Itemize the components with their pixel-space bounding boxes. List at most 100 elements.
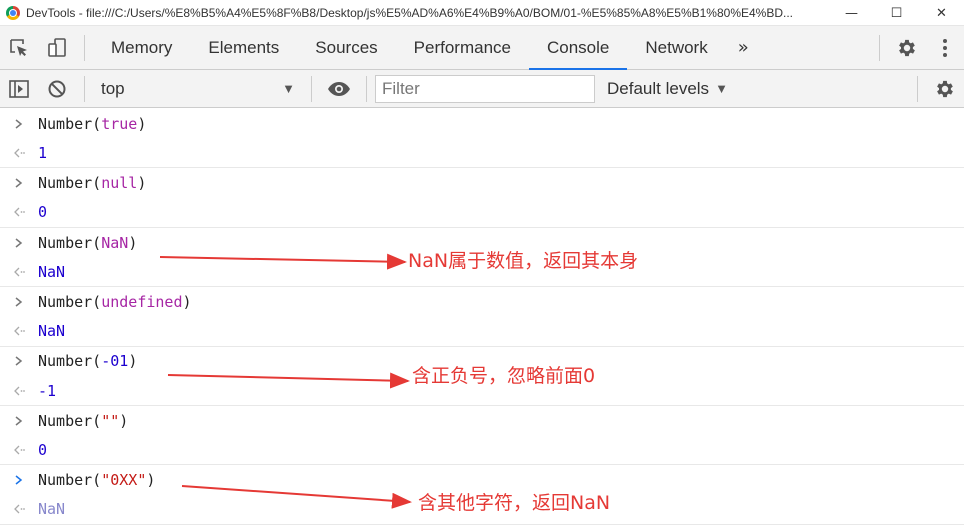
console-output-value: 1: [38, 144, 48, 163]
code-close-paren: ): [182, 292, 192, 311]
maximize-button[interactable]: ☐: [874, 0, 919, 26]
more-tabs-button[interactable]: »: [726, 26, 761, 70]
output-return-icon: [0, 326, 38, 336]
code-argument: -01: [101, 352, 129, 371]
console-output-row: 0: [0, 198, 964, 228]
log-levels-label: Default levels: [607, 78, 710, 98]
window-titlebar: DevTools - file:///C:/Users/%E8%B5%A4%E5…: [0, 0, 964, 26]
console-input-row: Number(undefined): [0, 287, 964, 317]
annotation-other-chars: 含其他字符，返回NaN: [418, 492, 611, 514]
console-input-code: Number(null): [38, 174, 146, 192]
code-call: Number(: [38, 174, 102, 193]
sidebar-toggle-icon[interactable]: [0, 70, 38, 108]
context-selector[interactable]: top ▼: [93, 74, 303, 104]
console-input-row: Number(true): [0, 109, 964, 139]
code-close-paren: ): [146, 471, 156, 490]
input-prompt-icon: [0, 416, 38, 426]
console-filter-input[interactable]: [375, 74, 595, 103]
tab-performance[interactable]: Performance: [396, 26, 529, 70]
input-prompt-icon: [0, 119, 38, 129]
code-call: Number(: [38, 352, 102, 371]
minimize-button[interactable]: —: [829, 0, 874, 26]
eye-icon[interactable]: [320, 70, 358, 108]
code-call: Number(: [38, 114, 102, 133]
input-prompt-icon: [0, 356, 38, 366]
input-prompt-icon: [0, 297, 38, 307]
console-input-code: Number("0XX"): [38, 471, 155, 489]
window-title: DevTools - file:///C:/Users/%E8%B5%A4%E5…: [26, 5, 794, 20]
console-output-row: 1: [0, 139, 964, 169]
tabbar-actions: [871, 26, 964, 70]
output-return-icon: [0, 445, 38, 455]
context-value: top: [101, 78, 125, 98]
devtools-tabbar: Memory Elements Sources Performance Cons…: [0, 26, 964, 70]
code-argument: "": [101, 411, 120, 430]
clear-console-icon[interactable]: [38, 70, 76, 108]
output-return-icon: [0, 504, 38, 514]
console-toolbar-actions: [909, 70, 964, 108]
console-output-value: 0: [38, 203, 48, 222]
code-argument: undefined: [101, 292, 183, 311]
code-call: Number(: [38, 233, 102, 252]
tab-elements[interactable]: Elements: [190, 26, 297, 70]
console-output-row: 0: [0, 436, 964, 466]
inspect-element-icon[interactable]: [0, 26, 38, 70]
console-output-value: 0: [38, 440, 48, 459]
console-toolbar: top ▼ Default levels ▼: [0, 70, 964, 108]
code-close-paren: ): [128, 233, 138, 252]
toolbar-divider: [366, 75, 367, 102]
code-argument: true: [101, 114, 138, 133]
code-call: Number(: [38, 411, 102, 430]
console-input-code: Number(-01): [38, 352, 137, 370]
input-prompt-icon: [0, 238, 38, 248]
code-argument: "0XX": [101, 471, 147, 490]
toolbar-divider: [311, 75, 312, 102]
settings-gear-icon[interactable]: [888, 26, 926, 70]
dropdown-arrow-icon: ▼: [715, 81, 728, 96]
toolbar-divider: [917, 76, 918, 102]
console-settings-gear-icon[interactable]: [926, 70, 964, 108]
code-call: Number(: [38, 292, 102, 311]
tab-memory[interactable]: Memory: [93, 26, 190, 70]
device-toolbar-icon[interactable]: [38, 26, 76, 70]
code-close-paren: ): [137, 114, 147, 133]
console-output-value: NaN: [38, 262, 66, 281]
console-input-code: Number(undefined): [38, 293, 192, 311]
tab-console[interactable]: Console: [528, 26, 628, 70]
input-prompt-icon: [0, 178, 38, 188]
output-return-icon: [0, 207, 38, 217]
dropdown-arrow-icon: ▼: [282, 81, 295, 96]
console-output-value: NaN: [38, 500, 66, 519]
window-controls: — ☐ ✕: [829, 0, 964, 26]
close-button[interactable]: ✕: [919, 0, 964, 26]
code-argument: NaN: [101, 233, 129, 252]
console-input-code: Number(true): [38, 115, 146, 133]
output-return-icon: [0, 148, 38, 158]
annotation-sign: 含正负号，忽略前面0: [412, 365, 596, 387]
tab-network[interactable]: Network: [627, 26, 725, 70]
kebab-menu-icon[interactable]: [926, 26, 964, 70]
code-argument: null: [101, 174, 138, 193]
code-call: Number(: [38, 471, 102, 490]
code-close-paren: ): [128, 352, 138, 371]
chrome-logo-icon: [6, 5, 20, 20]
output-return-icon: [0, 386, 38, 396]
code-close-paren: ): [119, 411, 129, 430]
console-messages: Number(true) 1 Number(null) 0 Number(NaN) NaN…: [0, 109, 964, 525]
code-close-paren: ): [137, 174, 147, 193]
console-input-code: Number(""): [38, 412, 128, 430]
console-output-row: NaN: [0, 317, 964, 347]
annotation-nan: NaN属于数值，返回其本身: [408, 250, 639, 272]
log-levels-dropdown[interactable]: Default levels ▼: [607, 79, 728, 99]
console-output-value: NaN: [38, 322, 66, 341]
toolbar-divider: [84, 75, 85, 102]
tab-sources[interactable]: Sources: [297, 26, 395, 70]
console-output-value: -1: [38, 381, 57, 400]
input-prompt-icon: [0, 475, 38, 485]
output-return-icon: [0, 267, 38, 277]
toolbar-divider: [879, 35, 880, 61]
console-input-code: Number(NaN): [38, 234, 137, 252]
console-input-row: Number(null): [0, 168, 964, 198]
console-input-row: Number(""): [0, 406, 964, 436]
toolbar-divider: [84, 34, 85, 61]
